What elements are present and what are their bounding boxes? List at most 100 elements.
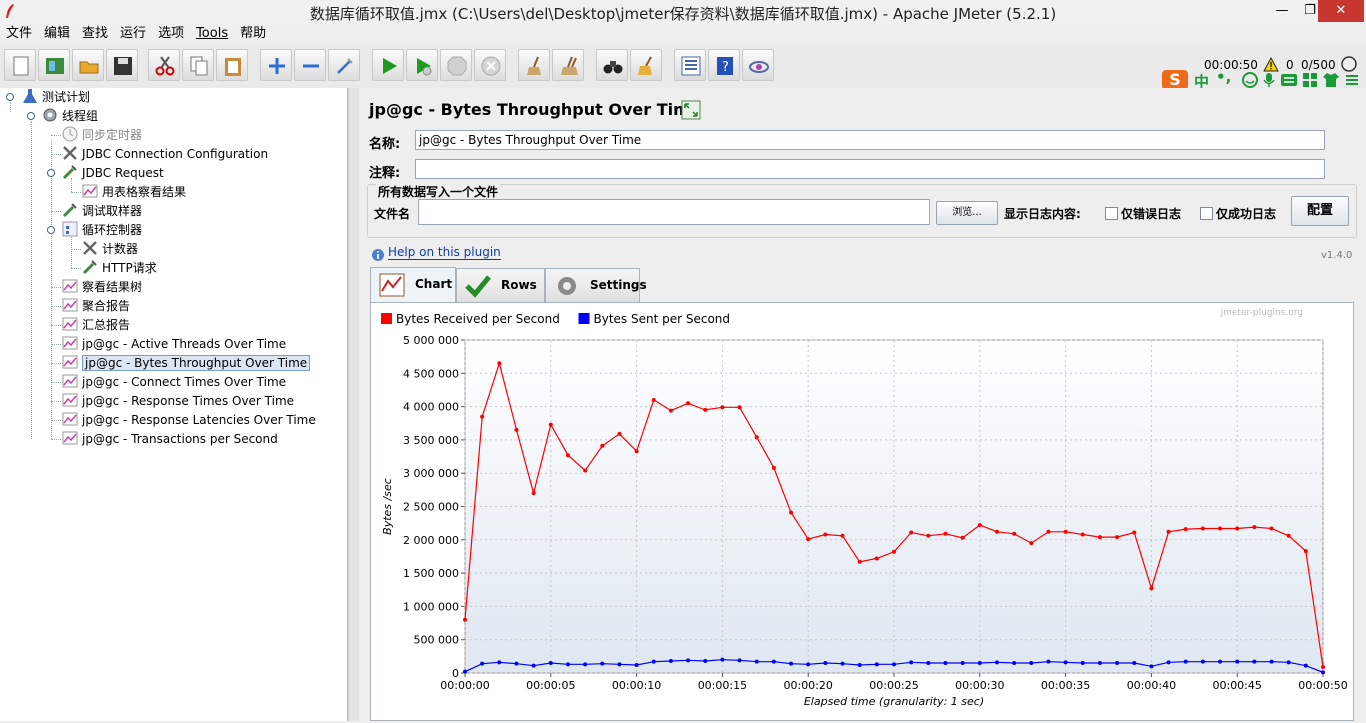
remote-button[interactable] <box>742 49 774 81</box>
tab-rows[interactable]: Rows <box>456 268 545 302</box>
emoji-icon[interactable] <box>1242 72 1258 88</box>
open-button[interactable] <box>72 49 104 81</box>
tree-node-thread-group[interactable]: 线程组 <box>42 107 98 125</box>
maximize-panel-icon[interactable] <box>681 100 701 120</box>
toggle-button[interactable] <box>328 49 360 81</box>
save-button[interactable] <box>106 49 138 81</box>
group-title: 所有数据写入一个文件 <box>376 183 501 200</box>
function-helper-button[interactable] <box>674 49 706 81</box>
minimize-button[interactable]: — <box>1268 0 1296 22</box>
tree-node-summary-report[interactable]: 汇总报告 <box>62 316 130 334</box>
keyboard-icon[interactable] <box>1280 73 1298 87</box>
tree-node-transactions-per-second[interactable]: jp@gc - Transactions per Second <box>62 430 278 448</box>
collapse-toggle[interactable] <box>6 93 14 101</box>
tree-node-response-times[interactable]: jp@gc - Response Times Over Time <box>62 392 294 410</box>
paste-button[interactable] <box>216 49 248 81</box>
tree-node-jdbc-request[interactable]: JDBC Request <box>62 164 164 182</box>
help-link[interactable]: Help on this plugin <box>388 245 501 260</box>
data-point-s1-5 <box>548 422 553 427</box>
start-no-pauses-button[interactable] <box>406 49 438 81</box>
microphone-icon[interactable] <box>1262 72 1276 88</box>
data-point-s1-36 <box>1080 532 1085 537</box>
data-point-s2-47 <box>1269 659 1274 664</box>
comment-field[interactable] <box>415 159 1325 179</box>
y-tick-label: 3 500 000 <box>403 434 459 447</box>
sogou-logo-icon[interactable]: S <box>1162 70 1188 90</box>
shutdown-button[interactable] <box>474 49 506 81</box>
tree-node-sync-timer[interactable]: 同步定时器 <box>62 126 142 144</box>
start-button[interactable] <box>372 49 404 81</box>
tree-node-results-tree[interactable]: 察看结果树 <box>62 278 142 296</box>
tree-node-test-plan[interactable]: 测试计划 <box>22 88 90 106</box>
browse-button[interactable]: 浏览... <box>936 201 998 225</box>
write-to-file-group: 所有数据写入一个文件 文件名 浏览... 显示日志内容: 仅错误日志 仅成功日志… <box>367 183 1357 238</box>
toggle-wand-icon <box>337 58 353 74</box>
tree-node-active-threads[interactable]: jp@gc - Active Threads Over Time <box>62 335 286 353</box>
copy-button[interactable] <box>182 49 214 81</box>
tree-node-counter[interactable]: 计数器 <box>82 240 138 258</box>
clipboard-icon <box>225 58 241 76</box>
stop-button[interactable] <box>440 49 472 81</box>
data-point-s1-41 <box>1166 529 1171 534</box>
data-point-s2-2 <box>497 660 502 665</box>
cut-button[interactable] <box>148 49 180 81</box>
data-point-s2-13 <box>686 658 691 663</box>
tree-node-bytes-throughput[interactable]: jp@gc - Bytes Throughput Over Time <box>62 354 311 372</box>
thread-group-gear-icon <box>43 108 57 122</box>
collapse-toggle[interactable] <box>47 226 55 234</box>
data-point-s1-34 <box>1046 529 1051 534</box>
file-name-field[interactable] <box>418 199 930 225</box>
y-tick-label: 4 500 000 <box>403 367 459 380</box>
tree-node-response-latencies[interactable]: jp@gc - Response Latencies Over Time <box>62 411 316 429</box>
close-button[interactable]: ✕ <box>1318 0 1364 22</box>
errors-only-checkbox[interactable] <box>1105 207 1118 220</box>
menu-options[interactable]: 选项 <box>152 24 190 44</box>
menu-file[interactable]: 文件 <box>0 24 38 44</box>
collapse-toggle[interactable] <box>47 169 55 177</box>
name-field[interactable]: jp@gc - Bytes Throughput Over Time <box>415 130 1325 150</box>
split-pane-divider[interactable] <box>348 88 359 721</box>
menu-tools[interactable]: Tools <box>190 24 234 44</box>
success-only-checkbox[interactable] <box>1200 207 1213 220</box>
config-tools-icon <box>63 146 77 160</box>
toolbox-grid-icon[interactable] <box>1302 72 1318 88</box>
collapse-toggle[interactable] <box>27 112 35 120</box>
data-point-s1-30 <box>977 523 982 528</box>
success-only-label: 仅成功日志 <box>1216 207 1277 221</box>
ime-more-icon[interactable] <box>1344 72 1360 88</box>
menu-search[interactable]: 查找 <box>76 24 114 44</box>
tree-node-aggregate-report[interactable]: 聚合报告 <box>62 297 130 315</box>
tree-node-jdbc-config[interactable]: JDBC Connection Configuration <box>62 145 268 163</box>
collapse-all-button[interactable] <box>294 49 326 81</box>
data-point-s2-29 <box>960 661 965 666</box>
y-tick-label: 1 000 000 <box>403 600 459 613</box>
expand-all-button[interactable] <box>260 49 292 81</box>
tree-node-debug-sampler[interactable]: 调试取样器 <box>62 202 142 220</box>
tree-node-connect-times[interactable]: jp@gc - Connect Times Over Time <box>62 373 286 391</box>
tree-node-http-request[interactable]: HTTP请求 <box>82 259 157 277</box>
search-button[interactable] <box>596 49 628 81</box>
configure-button[interactable]: 配置 <box>1291 196 1349 226</box>
skin-shirt-icon[interactable] <box>1322 72 1340 88</box>
open-folder-icon <box>79 61 99 74</box>
y-axis-label: Bytes /sec <box>381 478 394 535</box>
menu-edit[interactable]: 编辑 <box>38 24 76 44</box>
menu-help[interactable]: 帮助 <box>234 24 272 44</box>
tab-chart[interactable]: Chart <box>370 267 456 303</box>
ime-punctuation-toggle[interactable]: •, <box>1216 68 1231 86</box>
menu-run[interactable]: 运行 <box>114 24 152 44</box>
data-point-s1-32 <box>1012 531 1017 536</box>
tree-node-loop-controller[interactable]: 循环控制器 <box>62 221 142 239</box>
data-point-s1-16 <box>737 405 742 410</box>
data-point-s2-10 <box>634 663 639 668</box>
clear-button[interactable] <box>518 49 550 81</box>
new-button[interactable] <box>4 49 36 81</box>
tree-node-view-table[interactable]: 用表格察看结果 <box>82 183 186 201</box>
help-button[interactable]: ? <box>708 49 740 81</box>
templates-button[interactable] <box>38 49 70 81</box>
clear-all-button[interactable] <box>552 49 584 81</box>
data-point-s2-8 <box>600 661 605 666</box>
reset-search-button[interactable] <box>630 49 662 81</box>
tab-settings[interactable]: Settings <box>545 268 647 302</box>
data-point-s1-23 <box>857 559 862 564</box>
